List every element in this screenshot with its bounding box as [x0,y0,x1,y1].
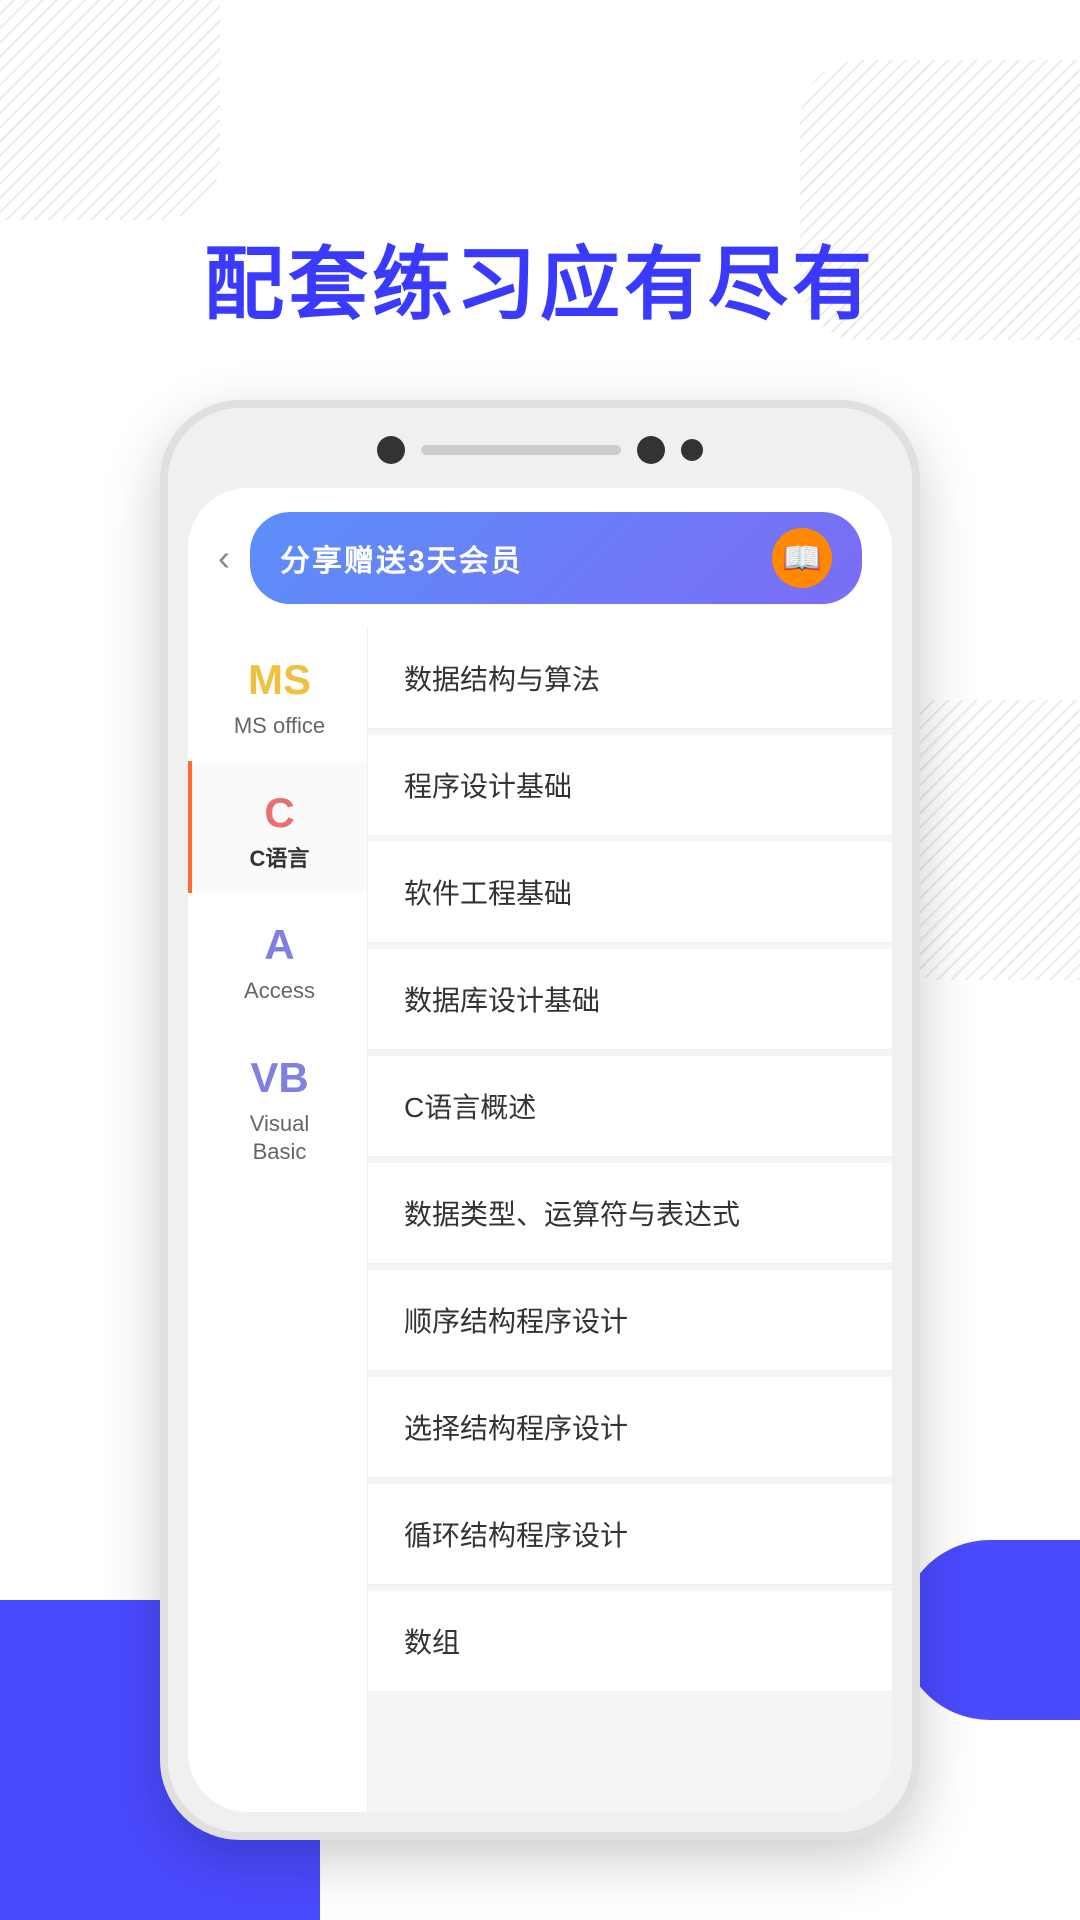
back-button[interactable]: ‹ [218,537,230,579]
main-heading: 配套练习应有尽有 [0,220,1080,336]
phone-screen: ‹ 分享赠送3天会员 📖 MS MS office [188,488,892,1812]
bg-decoration-top-left [0,0,220,220]
list-item[interactable]: C语言概述 [368,1056,892,1157]
mascot-icon: 📖 [772,528,832,588]
sidebar-item-vb[interactable]: VB VisualBasic [188,1026,367,1187]
ms-icon: MS [248,656,311,704]
phone-camera-dot [377,436,405,464]
phone-top-bar [168,436,912,464]
app-header: ‹ 分享赠送3天会员 📖 [188,488,892,628]
sidebar-label-vb: VisualBasic [250,1110,310,1167]
sidebar: MS MS office C C语言 A Access V [188,628,368,1812]
list-item[interactable]: 选择结构程序设计 [368,1377,892,1478]
main-list: 数据结构与算法程序设计基础软件工程基础数据库设计基础C语言概述数据类型、运算符与… [368,628,892,1812]
sidebar-item-access[interactable]: A Access [188,893,367,1026]
vb-icon: VB [250,1054,308,1102]
access-icon: A [264,921,294,969]
list-item[interactable]: 数据结构与算法 [368,628,892,729]
sidebar-item-c-lang[interactable]: C C语言 [188,761,367,894]
share-banner-text: 分享赠送3天会员 [280,536,523,580]
c-icon: C [264,789,294,837]
sidebar-label-access: Access [244,977,315,1006]
list-item[interactable]: 循环结构程序设计 [368,1484,892,1585]
sidebar-label-c: C语言 [250,845,310,874]
phone-speaker [421,445,621,455]
list-item[interactable]: 程序设计基础 [368,735,892,836]
list-item[interactable]: 数据类型、运算符与表达式 [368,1163,892,1264]
list-item[interactable]: 数组 [368,1591,892,1692]
list-item[interactable]: 顺序结构程序设计 [368,1270,892,1371]
list-item[interactable]: 软件工程基础 [368,842,892,943]
phone-mockup: ‹ 分享赠送3天会员 📖 MS MS office [160,400,920,1840]
sidebar-label-ms: MS office [234,712,325,741]
list-item[interactable]: 数据库设计基础 [368,949,892,1050]
content-area: MS MS office C C语言 A Access V [188,628,892,1812]
sidebar-item-ms-office[interactable]: MS MS office [188,628,367,761]
phone-frame: ‹ 分享赠送3天会员 📖 MS MS office [160,400,920,1840]
phone-dot-small [681,439,703,461]
bg-decoration-bottom-right [900,1540,1080,1720]
phone-dot-right [637,436,665,464]
share-banner[interactable]: 分享赠送3天会员 📖 [250,512,862,604]
